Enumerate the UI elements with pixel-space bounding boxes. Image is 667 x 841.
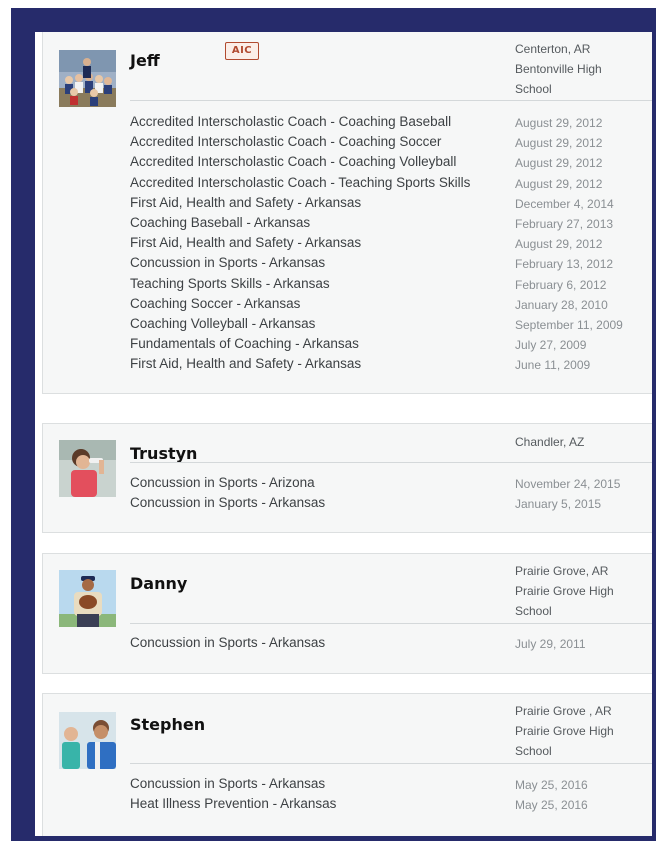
- credential-list: Accredited Interscholastic Coach - Coach…: [130, 112, 652, 374]
- credential-date: December 4, 2014: [515, 196, 614, 211]
- credential-row: Coaching Volleyball - Arkansas September …: [130, 314, 652, 334]
- credential-title: Concussion in Sports - Arkansas: [130, 635, 326, 650]
- credential-title: First Aid, Health and Safety - Arkansas: [130, 235, 362, 251]
- location-line: Prairie Grove , AR: [515, 704, 612, 718]
- credential-title: Fundamentals of Coaching - Arkansas: [130, 336, 359, 352]
- credential-row: First Aid, Health and Safety - Arkansas J…: [130, 354, 652, 374]
- credential-row: Coaching Soccer - Arkansas January 28, 20…: [130, 294, 652, 314]
- credential-row: Coaching Baseball - Arkansas February 27,…: [130, 213, 652, 233]
- coach-card-jeff: Jeff AIC Centerton, AR Bentonville High …: [42, 32, 652, 394]
- credential-title: Teaching Sports Skills - Arkansas: [130, 275, 330, 291]
- credential-date: August 29, 2012: [515, 156, 603, 171]
- credential-row: Fundamentals of Coaching - Arkansas July …: [130, 334, 652, 354]
- location-line: School: [515, 82, 552, 96]
- location-line: Prairie Grove High: [515, 584, 614, 598]
- credential-row: Accredited Interscholastic Coach - Coach…: [130, 132, 652, 152]
- credential-date: January 5, 2015: [515, 497, 602, 512]
- coach-card-danny: Danny Prairie Grove, AR Prairie Grove Hi…: [42, 553, 652, 674]
- credential-date: January 28, 2010: [515, 297, 608, 312]
- location-line: Centerton, AR: [515, 42, 591, 56]
- credential-title: Concussion in Sports - Arkansas: [130, 776, 326, 791]
- coach-location: Chandler, AZ: [515, 432, 645, 452]
- credential-list: Concussion in Sports - Arizona November 2…: [130, 473, 652, 513]
- aic-badge-icon: AIC: [225, 42, 259, 60]
- credential-title: Concussion in Sports - Arkansas: [130, 495, 326, 511]
- credential-date: August 29, 2012: [515, 237, 603, 252]
- credential-row: Teaching Sports Skills - Arkansas Februar…: [130, 274, 652, 294]
- divider: [130, 623, 652, 624]
- credential-date: July 29, 2011: [515, 637, 586, 651]
- credential-date: August 29, 2012: [515, 176, 603, 191]
- credential-list: Concussion in Sports - Arkansas May 25, 2…: [130, 774, 652, 814]
- credential-title: Coaching Soccer - Arkansas: [130, 295, 301, 311]
- credential-row: Accredited Interscholastic Coach - Coach…: [130, 112, 652, 132]
- location-line: Chandler, AZ: [515, 435, 585, 449]
- credential-title: Concussion in Sports - Arkansas: [130, 255, 326, 271]
- credential-date: May 25, 2016: [515, 798, 588, 813]
- page-frame: Jeff AIC Centerton, AR Bentonville High …: [11, 8, 656, 841]
- credential-row: First Aid, Health and Safety - Arkansas D…: [130, 193, 652, 213]
- credential-title: First Aid, Health and Safety - Arkansas: [130, 194, 362, 210]
- credential-title: Accredited Interscholastic Coach - Coach…: [130, 134, 442, 150]
- credential-date: May 25, 2016: [515, 778, 588, 792]
- credential-row: Concussion in Sports - Arkansas February …: [130, 253, 652, 273]
- divider: [130, 100, 652, 101]
- credential-row: Accredited Interscholastic Coach - Coach…: [130, 152, 652, 172]
- coach-location: Centerton, AR Bentonville High School: [515, 39, 645, 99]
- credential-date: February 13, 2012: [515, 257, 614, 272]
- credential-title: Coaching Volleyball - Arkansas: [130, 315, 316, 331]
- coach-name[interactable]: Jeff: [130, 51, 160, 70]
- coach-photo-team[interactable]: [59, 50, 116, 107]
- credential-row: Concussion in Sports - Arkansas May 25, 2…: [130, 774, 652, 794]
- coach-location: Prairie Grove, AR Prairie Grove High Sch…: [515, 561, 645, 621]
- credential-date: June 11, 2009: [515, 358, 591, 373]
- credential-date: July 27, 2009: [515, 338, 587, 353]
- credential-row: Accredited Interscholastic Coach - Teach…: [130, 173, 652, 193]
- divider: [130, 763, 652, 764]
- credential-title: First Aid, Health and Safety - Arkansas: [130, 356, 362, 372]
- coach-photo-athlete[interactable]: [59, 440, 116, 497]
- credential-list: Concussion in Sports - Arkansas July 29, …: [130, 633, 652, 653]
- credential-title: Heat Illness Prevention - Arkansas: [130, 796, 337, 812]
- coach-photo-coach[interactable]: [59, 712, 116, 769]
- credential-title: Accredited Interscholastic Coach - Coach…: [130, 114, 452, 129]
- location-line: School: [515, 604, 552, 618]
- credential-date: November 24, 2015: [515, 477, 621, 491]
- credential-date: August 29, 2012: [515, 116, 603, 130]
- location-line: School: [515, 744, 552, 758]
- location-line: Bentonville High: [515, 62, 602, 76]
- coach-list-panel: Jeff AIC Centerton, AR Bentonville High …: [35, 32, 652, 836]
- coach-card-stephen: Stephen Prairie Grove , AR Prairie Grove…: [42, 693, 652, 836]
- coach-name[interactable]: Trustyn: [130, 444, 197, 463]
- coach-photo-baseball[interactable]: [59, 570, 116, 627]
- credential-date: September 11, 2009: [515, 317, 623, 332]
- credential-date: August 29, 2012: [515, 136, 603, 151]
- credential-date: February 6, 2012: [515, 277, 607, 292]
- credential-title: Coaching Baseball - Arkansas: [130, 214, 311, 230]
- coach-location: Prairie Grove , AR Prairie Grove High Sc…: [515, 701, 645, 761]
- coach-card-trustyn: Trustyn Chandler, AZ Concussion in Sport…: [42, 423, 652, 533]
- credential-date: February 27, 2013: [515, 216, 614, 231]
- location-line: Prairie Grove, AR: [515, 564, 609, 578]
- credential-row: Heat Illness Prevention - Arkansas May 25…: [130, 794, 652, 814]
- credential-title: Accredited Interscholastic Coach - Coach…: [130, 154, 457, 170]
- location-line: Prairie Grove High: [515, 724, 614, 738]
- credential-row: Concussion in Sports - Arkansas July 29, …: [130, 633, 652, 653]
- credential-title: Concussion in Sports - Arizona: [130, 475, 315, 490]
- credential-row: Concussion in Sports - Arizona November 2…: [130, 473, 652, 493]
- credential-row: Concussion in Sports - Arkansas January 5…: [130, 493, 652, 513]
- divider: [130, 462, 652, 463]
- coach-name[interactable]: Stephen: [130, 715, 205, 734]
- coach-name[interactable]: Danny: [130, 574, 187, 593]
- credential-title: Accredited Interscholastic Coach - Teach…: [130, 174, 471, 190]
- credential-row: First Aid, Health and Safety - Arkansas A…: [130, 233, 652, 253]
